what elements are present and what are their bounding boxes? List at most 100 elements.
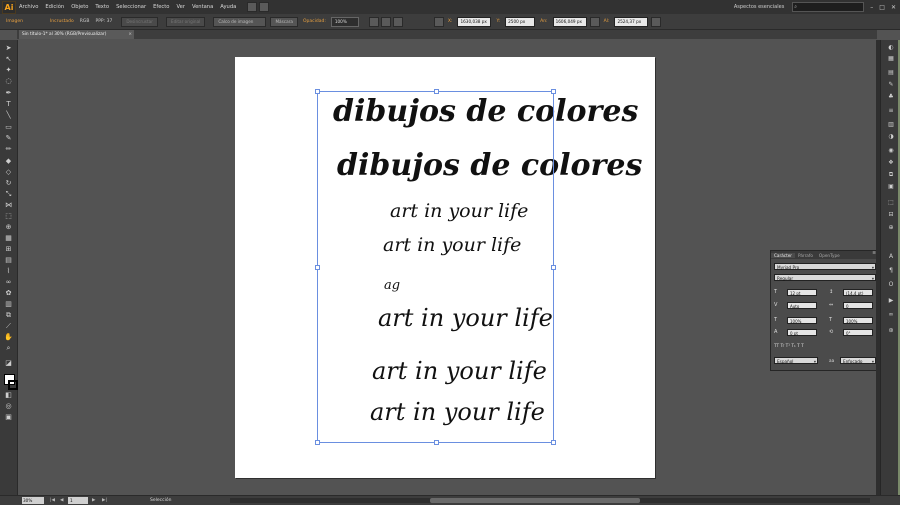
transform-icon[interactable] <box>392 16 403 27</box>
type-tool-icon[interactable]: T <box>3 99 14 109</box>
resize-handle-left[interactable] <box>315 265 320 270</box>
menu-seleccionar[interactable]: Seleccionar <box>116 4 146 10</box>
reference-point-icon[interactable] <box>433 16 444 27</box>
horizontal-scroll-thumb[interactable] <box>430 498 640 503</box>
slice-tool-icon[interactable]: ⟋ <box>3 321 14 331</box>
y-field[interactable]: 2500 px <box>505 16 536 27</box>
eyedropper-tool-icon[interactable]: ⌇ <box>3 266 14 276</box>
maximize-button[interactable]: □ <box>879 4 885 11</box>
opacity-field[interactable]: 100% <box>330 16 359 27</box>
menu-archivo[interactable]: Archivo <box>19 4 38 10</box>
rectangle-tool-icon[interactable]: ▭ <box>3 122 14 132</box>
artboard-tool-icon[interactable]: ⧉ <box>3 310 14 320</box>
unembed-button[interactable]: Desincrustar <box>121 16 158 27</box>
menu-ayuda[interactable]: Ayuda <box>220 4 236 10</box>
resize-handle-bottom-left[interactable] <box>315 440 320 445</box>
align-panel-icon[interactable]: ⊟ <box>885 210 897 219</box>
pen-tool-icon[interactable]: ✒ <box>3 88 14 98</box>
resize-handle-bottom[interactable] <box>434 440 439 445</box>
magic-wand-tool-icon[interactable]: ✦ <box>3 65 14 75</box>
free-transform-tool-icon[interactable]: ⬚ <box>3 211 14 221</box>
color-guide-icon[interactable]: ▦ <box>885 54 897 63</box>
tracking-field[interactable]: 0 <box>843 302 873 309</box>
zoom-tool-icon[interactable]: ⌕ <box>3 343 14 353</box>
opentype-panel-icon[interactable]: O <box>885 280 897 289</box>
perspective-grid-tool-icon[interactable]: ▦ <box>3 233 14 243</box>
layers-icon[interactable]: ⧉ <box>885 170 897 179</box>
screen-mode-icon[interactable]: ▣ <box>3 412 14 422</box>
horizontal-scale-field[interactable]: 100% <box>843 317 873 324</box>
width-tool-icon[interactable]: ⋈ <box>3 200 14 210</box>
hand-tool-icon[interactable]: ✋ <box>3 332 14 342</box>
close-tab-icon[interactable]: × <box>128 30 132 39</box>
width-field[interactable]: 1606,049 px <box>552 16 587 27</box>
resize-handle-bottom-right[interactable] <box>551 440 556 445</box>
tab-opentype[interactable]: OpenType <box>816 253 843 258</box>
antialias-select[interactable]: Enfocado <box>840 357 876 365</box>
bridge-icon[interactable] <box>247 2 258 12</box>
recolor-icon[interactable] <box>368 16 379 27</box>
selection-bounding-box[interactable] <box>317 91 554 443</box>
lasso-tool-icon[interactable]: ◌ <box>3 76 14 86</box>
artboards-icon[interactable]: ▣ <box>885 182 897 191</box>
language-select[interactable]: Español <box>774 357 818 365</box>
color-mode-icons[interactable]: ◧ <box>3 390 14 400</box>
symbols-icon[interactable]: ♣ <box>885 92 897 101</box>
edit-original-button[interactable]: Editar original <box>165 16 206 27</box>
minimize-button[interactable]: – <box>870 4 873 11</box>
stroke-swatch[interactable] <box>8 380 18 390</box>
play-actions-icon[interactable]: ▶ <box>885 296 897 305</box>
character-panel-icon[interactable]: A <box>885 252 897 261</box>
menu-edicion[interactable]: Edición <box>45 4 64 10</box>
gradient-tool-icon[interactable]: ▤ <box>3 255 14 265</box>
brushes-icon[interactable]: ✎ <box>885 80 897 89</box>
symbol-sprayer-tool-icon[interactable]: ✿ <box>3 288 14 298</box>
blend-tool-icon[interactable]: ∞ <box>3 277 14 287</box>
close-button[interactable]: ✕ <box>891 4 896 11</box>
shape-builder-tool-icon[interactable]: ⊕ <box>3 222 14 232</box>
resize-handle-top-right[interactable] <box>551 89 556 94</box>
last-artboard-icon[interactable]: ▶| <box>102 497 107 504</box>
resize-handle-top[interactable] <box>434 89 439 94</box>
menu-efecto[interactable]: Efecto <box>153 4 169 10</box>
swatches-icon[interactable]: ▤ <box>885 68 897 77</box>
scale-tool-icon[interactable]: ⤡ <box>3 189 14 199</box>
menu-ventana[interactable]: Ventana <box>192 4 213 10</box>
document-tab[interactable]: Sin título-1* al 30% (RGB/Previsualizar)… <box>19 30 134 39</box>
image-trace-icon[interactable]: ⊛ <box>885 326 897 335</box>
default-colors-icon[interactable]: ◪ <box>3 358 14 368</box>
mesh-tool-icon[interactable]: ⊞ <box>3 244 14 254</box>
previous-artboard-icon[interactable]: ◀ <box>60 497 63 504</box>
link-status-label[interactable]: Incrustado <box>50 19 74 24</box>
selection-tool-icon[interactable]: ➤ <box>3 43 14 53</box>
help-search-input[interactable] <box>792 2 865 12</box>
stroke-icon[interactable]: ≡ <box>885 106 897 115</box>
menu-objeto[interactable]: Objeto <box>71 4 88 10</box>
x-field[interactable]: 1630,038 px <box>457 16 492 27</box>
link-proportions-icon[interactable] <box>589 16 600 27</box>
gradient-icon[interactable]: ▥ <box>885 120 897 129</box>
graphic-styles-icon[interactable]: ❖ <box>885 158 897 167</box>
mask-button[interactable]: Máscara <box>270 16 298 27</box>
appearance-icon[interactable]: ◉ <box>885 146 897 155</box>
column-graph-tool-icon[interactable]: ▥ <box>3 299 14 309</box>
arrange-documents-icon[interactable] <box>259 2 270 12</box>
menu-texto[interactable]: Texto <box>95 4 109 10</box>
kerning-field[interactable]: Auto <box>787 302 817 309</box>
image-trace-button[interactable]: Calco de imagen <box>213 16 267 27</box>
transparency-icon[interactable]: ◑ <box>885 132 897 141</box>
leading-field[interactable]: (14,4 pt) <box>843 289 873 296</box>
vertical-scrollbar[interactable] <box>876 40 880 495</box>
resize-handle-right[interactable] <box>551 265 556 270</box>
blob-brush-tool-icon[interactable]: ◆ <box>3 156 14 166</box>
character-rotation-field[interactable]: 0° <box>843 329 873 336</box>
transform-panel-icon[interactable]: ⬚ <box>885 198 897 207</box>
align-icon[interactable] <box>380 16 391 27</box>
artboard-number-field[interactable]: 1 <box>68 497 88 504</box>
pencil-tool-icon[interactable]: ✏ <box>3 144 14 154</box>
resize-handle-top-left[interactable] <box>315 89 320 94</box>
font-family-select[interactable]: Myriad Pro <box>774 263 876 271</box>
pathfinder-icon[interactable]: ⊕ <box>885 223 897 232</box>
next-artboard-icon[interactable]: ▶ <box>92 497 95 504</box>
paintbrush-tool-icon[interactable]: ✎ <box>3 133 14 143</box>
